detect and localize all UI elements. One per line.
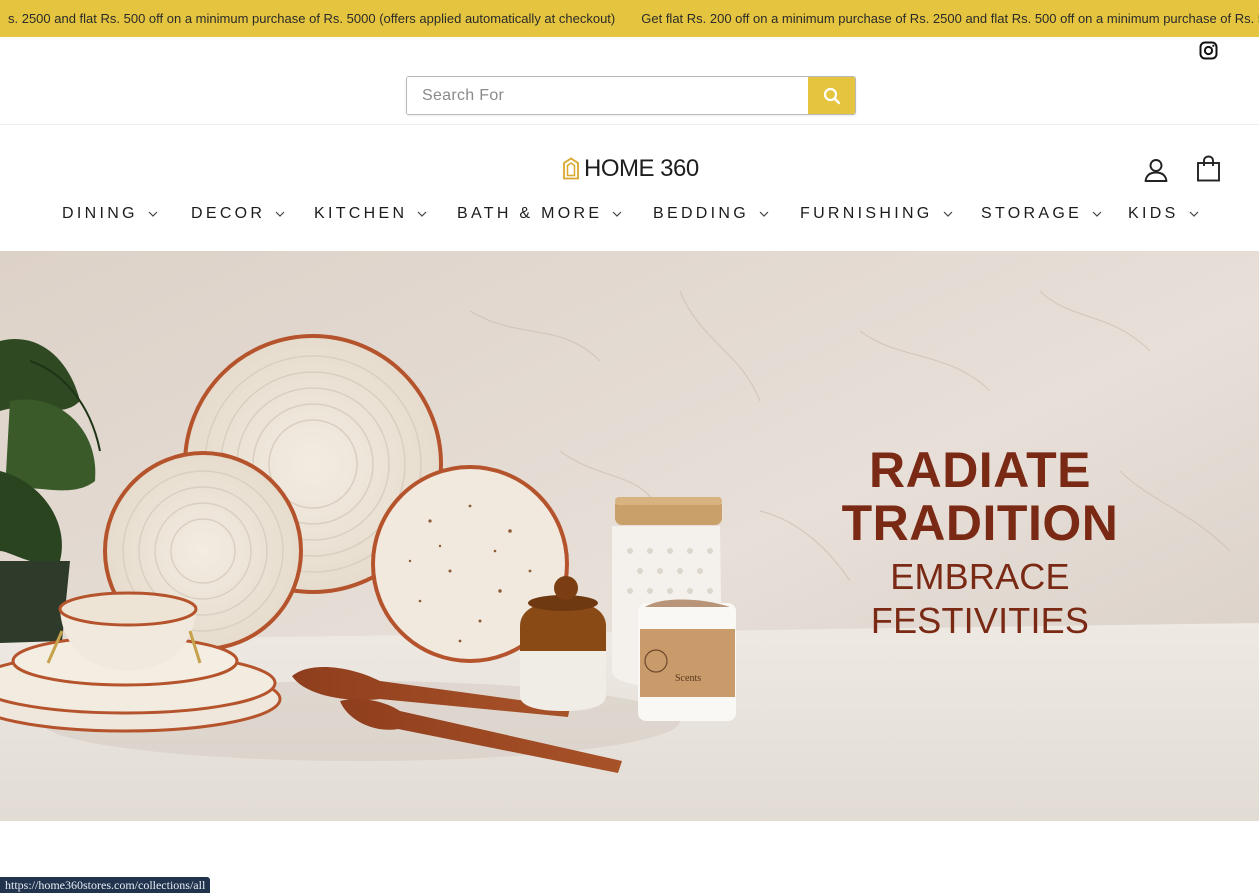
main-nav: DINING DECOR KITCHEN BATH & MORE BEDDING… (0, 199, 1259, 229)
nav-label: BEDDING (653, 205, 749, 222)
hero-title-line2: TRADITION (841, 495, 1119, 551)
nav-item-kids[interactable]: KIDS (1128, 199, 1199, 229)
nav-item-storage[interactable]: STORAGE (981, 199, 1102, 229)
nav-item-furnishing[interactable]: FURNISHING (800, 199, 953, 229)
search-input[interactable] (407, 77, 808, 114)
nav-label: DINING (62, 205, 138, 222)
nav-label: FURNISHING (800, 205, 933, 222)
hero-headline: RADIATE TRADITION EMBRACE FESTIVITIES (780, 444, 1180, 643)
nav-item-bedding[interactable]: BEDDING (653, 199, 769, 229)
nav-label: KIDS (1128, 205, 1179, 222)
account-icon[interactable] (1143, 157, 1169, 183)
chevron-down-icon (1189, 211, 1198, 217)
search-bar (406, 76, 856, 115)
nav-item-decor[interactable]: DECOR (191, 199, 285, 229)
chevron-down-icon (612, 211, 622, 217)
nav-item-dining[interactable]: DINING (62, 199, 158, 229)
chevron-down-icon (148, 211, 158, 217)
search-icon (823, 87, 840, 104)
candle-label: Scents (675, 673, 701, 684)
status-bar-url: https://home360stores.com/collections/al… (0, 877, 211, 893)
instagram-icon[interactable] (1199, 41, 1218, 60)
chevron-down-icon (417, 211, 427, 217)
nav-label: DECOR (191, 205, 266, 222)
announcement-message: s. 2500 and flat Rs. 500 off on a minimu… (8, 11, 616, 26)
search-button[interactable] (808, 77, 855, 114)
logo-icon (563, 157, 579, 180)
chevron-down-icon (759, 211, 769, 217)
nav-label: BATH & MORE (457, 205, 603, 222)
announcement-message: Get flat Rs. 200 off on a minimum purcha… (641, 11, 1259, 26)
chevron-down-icon (1092, 211, 1102, 217)
nav-item-bath-and-more[interactable]: BATH & MORE (457, 199, 622, 229)
announcement-bar: s. 2500 and flat Rs. 500 off on a minimu… (0, 0, 1259, 37)
chevron-down-icon (275, 211, 285, 217)
header-divider (0, 124, 1259, 125)
logo-text: HOME 360 (584, 155, 699, 182)
nav-label: STORAGE (981, 205, 1083, 222)
site-logo[interactable]: HOME 360 (561, 155, 699, 183)
hero-banner[interactable]: Scents RADIATE TRADITION EMBRACE FESTIVI… (0, 251, 1259, 821)
cart-icon[interactable] (1196, 155, 1221, 182)
nav-label: KITCHEN (314, 205, 408, 222)
hero-title-line1: RADIATE (868, 442, 1091, 498)
hero-subtitle: EMBRACE FESTIVITIES (870, 556, 1090, 641)
chevron-down-icon (943, 211, 952, 217)
nav-item-kitchen[interactable]: KITCHEN (314, 199, 427, 229)
announcement-track: s. 2500 and flat Rs. 500 off on a minimu… (0, 0, 1259, 37)
